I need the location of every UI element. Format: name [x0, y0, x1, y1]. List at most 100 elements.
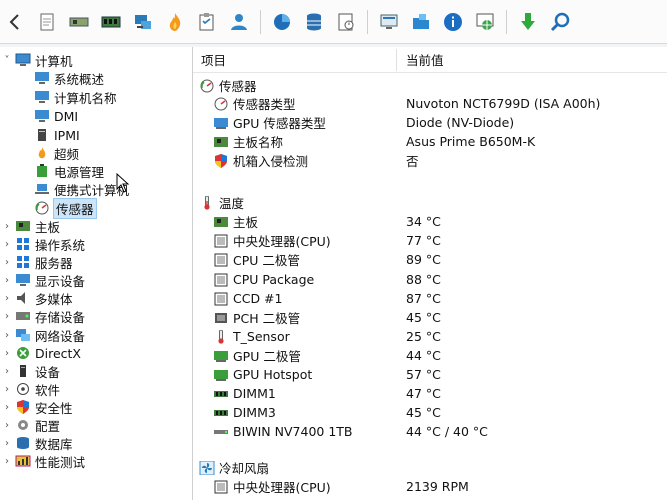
download-icon[interactable]: [515, 9, 541, 35]
chevron-right-icon[interactable]: ›: [2, 348, 12, 359]
tree-item-multimedia[interactable]: › 多媒体: [2, 289, 73, 307]
tree-item-overclock[interactable]: 超频: [34, 144, 79, 162]
chevron-right-icon[interactable]: ›: [2, 420, 12, 431]
chevron-right-icon[interactable]: ›: [2, 438, 12, 449]
row-value: Diode (NV-Diode): [406, 115, 515, 130]
tree-item-storage[interactable]: › 存储设备: [2, 307, 85, 325]
section-temperature: 温度: [199, 193, 244, 212]
table-row[interactable]: 主板: [213, 212, 258, 231]
tree-item-network[interactable]: › 网络设备: [2, 326, 85, 344]
gpu-icon: [213, 116, 229, 130]
network-icon: [15, 328, 31, 342]
tree-item-devices[interactable]: › 设备: [2, 362, 60, 380]
table-row[interactable]: 中央处理器(CPU): [213, 477, 331, 496]
info-icon[interactable]: [440, 9, 466, 35]
tree-item-sensor[interactable]: 传感器: [34, 197, 97, 219]
table-row[interactable]: GPU Hotspot: [213, 365, 312, 384]
row-value: 44 °C / 40 °C: [406, 424, 488, 439]
tree-item-security[interactable]: › 安全性: [2, 398, 73, 416]
row-label: GPU Hotspot: [233, 367, 313, 382]
tree-item-software[interactable]: › 软件: [2, 380, 60, 398]
memory-icon[interactable]: [98, 9, 124, 35]
motherboard-icon[interactable]: [66, 9, 92, 35]
row-label: GPU 二极管: [233, 349, 301, 364]
chevron-down-icon[interactable]: ˅: [2, 55, 12, 66]
table-row[interactable]: PCH 二极管: [213, 308, 300, 327]
table-row[interactable]: GPU 传感器类型: [213, 113, 326, 132]
tree-item-dmi[interactable]: DMI: [34, 107, 78, 125]
ssd-icon: [213, 425, 229, 439]
table-row[interactable]: GPU 二极管: [213, 346, 301, 365]
cpu-icon: [213, 234, 229, 248]
cpu-icon: [213, 273, 229, 287]
table-row[interactable]: T_Sensor: [213, 327, 290, 346]
tree-item-portable-computer[interactable]: 便携式计算机: [34, 180, 129, 198]
back-icon[interactable]: [2, 9, 28, 35]
header-separator: [193, 72, 667, 73]
row-label: 中央处理器(CPU): [233, 234, 331, 249]
details-panel: 项目 当前值 传感器 传感器类型 Nuvoton NCT6799D (ISA A…: [193, 47, 667, 500]
tree-item-system-summary[interactable]: 系统概述: [34, 69, 104, 87]
column-header-value[interactable]: 当前值: [406, 49, 444, 69]
chevron-right-icon[interactable]: ›: [2, 384, 12, 395]
table-row[interactable]: 主板名称: [213, 132, 283, 151]
table-row[interactable]: 中央处理器(CPU): [213, 231, 331, 250]
fire-icon[interactable]: [162, 9, 188, 35]
tree-item-directx[interactable]: › DirectX: [2, 344, 81, 362]
chevron-right-icon[interactable]: ›: [2, 239, 12, 250]
tree-item-server[interactable]: › 服务器: [2, 253, 73, 271]
chevron-right-icon[interactable]: ›: [2, 330, 12, 341]
tree-label: 安全性: [35, 400, 73, 416]
memory-icon: [213, 406, 229, 420]
tree-item-benchmark[interactable]: › 性能测试: [2, 452, 85, 470]
benchmark-icon: [15, 454, 31, 468]
document-icon[interactable]: [34, 9, 60, 35]
tree-item-os[interactable]: › 操作系统: [2, 235, 85, 253]
table-row[interactable]: BIWIN NV7400 1TB: [213, 422, 352, 441]
table-row[interactable]: DIMM3: [213, 403, 276, 422]
chevron-right-icon[interactable]: ›: [2, 311, 12, 322]
table-row[interactable]: CCD #1: [213, 289, 282, 308]
database-icon[interactable]: [301, 9, 327, 35]
tree-label: 性能测试: [35, 454, 86, 470]
table-row[interactable]: 机箱入侵检测: [213, 151, 308, 170]
gpu-icon: [213, 368, 229, 382]
tree-item-motherboard[interactable]: › 主板: [2, 217, 60, 235]
table-row[interactable]: DIMM1: [213, 384, 276, 403]
gauge-icon: [199, 79, 215, 93]
tree-item-config[interactable]: › 配置: [2, 416, 60, 434]
tree-item-power-management[interactable]: 电源管理: [34, 162, 104, 180]
row-label: DIMM3: [233, 405, 276, 420]
tree-item-display[interactable]: › 显示设备: [2, 271, 85, 289]
tree-item-database[interactable]: › 数据库: [2, 434, 73, 452]
tree-label: 网络设备: [35, 328, 86, 344]
search-icon[interactable]: [547, 9, 573, 35]
network-computer-icon[interactable]: [130, 9, 156, 35]
table-row[interactable]: CPU 二极管: [213, 250, 300, 269]
folder-network-icon[interactable]: [408, 9, 434, 35]
globe-network-icon[interactable]: [472, 9, 498, 35]
tree-root-computer[interactable]: ˅ 计算机: [2, 51, 73, 69]
memory-icon: [213, 387, 229, 401]
clipboard-icon[interactable]: [194, 9, 220, 35]
row-label: PCH 二极管: [233, 311, 301, 326]
chevron-right-icon[interactable]: ›: [2, 402, 12, 413]
chevron-right-icon[interactable]: ›: [2, 456, 12, 467]
table-row[interactable]: 传感器类型: [213, 94, 296, 113]
chart-icon[interactable]: [269, 9, 295, 35]
column-divider[interactable]: [396, 49, 397, 71]
row-value: 89 °C: [406, 252, 441, 267]
tree-item-computer-name[interactable]: 计算机名称: [34, 88, 117, 106]
report-icon[interactable]: [333, 9, 359, 35]
user-icon[interactable]: [226, 9, 252, 35]
table-row[interactable]: CPU Package: [213, 270, 314, 289]
column-header-item[interactable]: 项目: [201, 49, 226, 69]
chevron-right-icon[interactable]: ›: [2, 366, 12, 377]
chevron-right-icon[interactable]: ›: [2, 275, 12, 286]
chevron-right-icon[interactable]: ›: [2, 293, 12, 304]
tree-label: 显示设备: [35, 273, 86, 289]
monitor-icon[interactable]: [376, 9, 402, 35]
chevron-right-icon[interactable]: ›: [2, 221, 12, 232]
tree-item-ipmi[interactable]: IPMI: [34, 126, 80, 144]
chevron-right-icon[interactable]: ›: [2, 257, 12, 268]
